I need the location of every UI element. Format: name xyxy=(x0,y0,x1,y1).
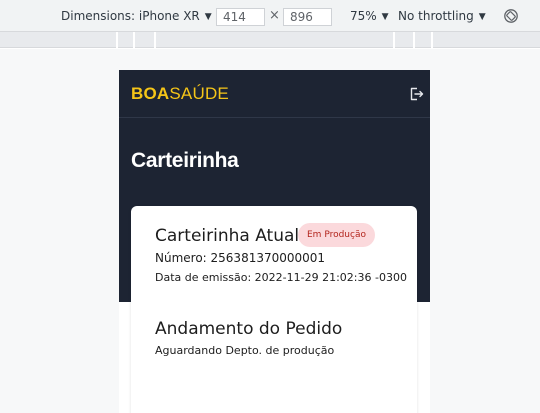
device-selector[interactable]: Dimensions: iPhone XR ▼ xyxy=(61,9,212,23)
brand-logo[interactable]: BOASAÚDE xyxy=(131,84,229,104)
ruler-tick xyxy=(133,32,135,48)
rotate-icon[interactable] xyxy=(503,8,519,24)
card-title: Carteirinha Atual xyxy=(155,226,300,246)
ruler-tick xyxy=(116,32,118,48)
issue-date: Data de emissão: 2022-11-29 21:02:36 -03… xyxy=(155,271,407,284)
phone-viewport: BOASAÚDE Carteirinha Carteirinha Atual E… xyxy=(119,70,430,413)
logout-icon[interactable] xyxy=(408,86,424,102)
order-title: Andamento do Pedido xyxy=(155,319,343,339)
chevron-down-icon: ▼ xyxy=(478,12,486,22)
brand-light: SAÚDE xyxy=(169,84,229,103)
brand-bold: BOA xyxy=(131,84,170,103)
width-input[interactable]: 414 xyxy=(216,8,265,26)
devtools-toolbar: Dimensions: iPhone XR ▼ 414 × 896 75% ▼ No… xyxy=(0,0,540,32)
card-number: Número: 256381370000001 xyxy=(155,251,326,265)
height-input[interactable]: 896 xyxy=(283,8,332,26)
media-query-bar[interactable] xyxy=(0,32,540,48)
navbar: BOASAÚDE xyxy=(119,70,430,118)
chevron-down-icon: ▼ xyxy=(381,12,389,22)
page-title: Carteirinha xyxy=(131,149,239,172)
zoom-label: 75% xyxy=(350,9,377,23)
ruler-tick xyxy=(393,32,395,48)
ruler-tick xyxy=(431,32,433,48)
ruler-tick xyxy=(413,32,415,48)
membership-card: Carteirinha Atual Em Produção Número: 25… xyxy=(131,206,417,413)
device-label: Dimensions: iPhone XR xyxy=(61,9,200,23)
chevron-down-icon: ▼ xyxy=(204,12,212,22)
order-status: Aguardando Depto. de produção xyxy=(155,344,335,357)
times-separator: × xyxy=(269,8,280,23)
throttle-label: No throttling xyxy=(398,9,474,23)
ruler-tick xyxy=(154,32,156,48)
throttle-selector[interactable]: No throttling ▼ xyxy=(398,9,486,23)
status-badge: Em Produção xyxy=(298,223,375,247)
zoom-selector[interactable]: 75% ▼ xyxy=(350,9,389,23)
